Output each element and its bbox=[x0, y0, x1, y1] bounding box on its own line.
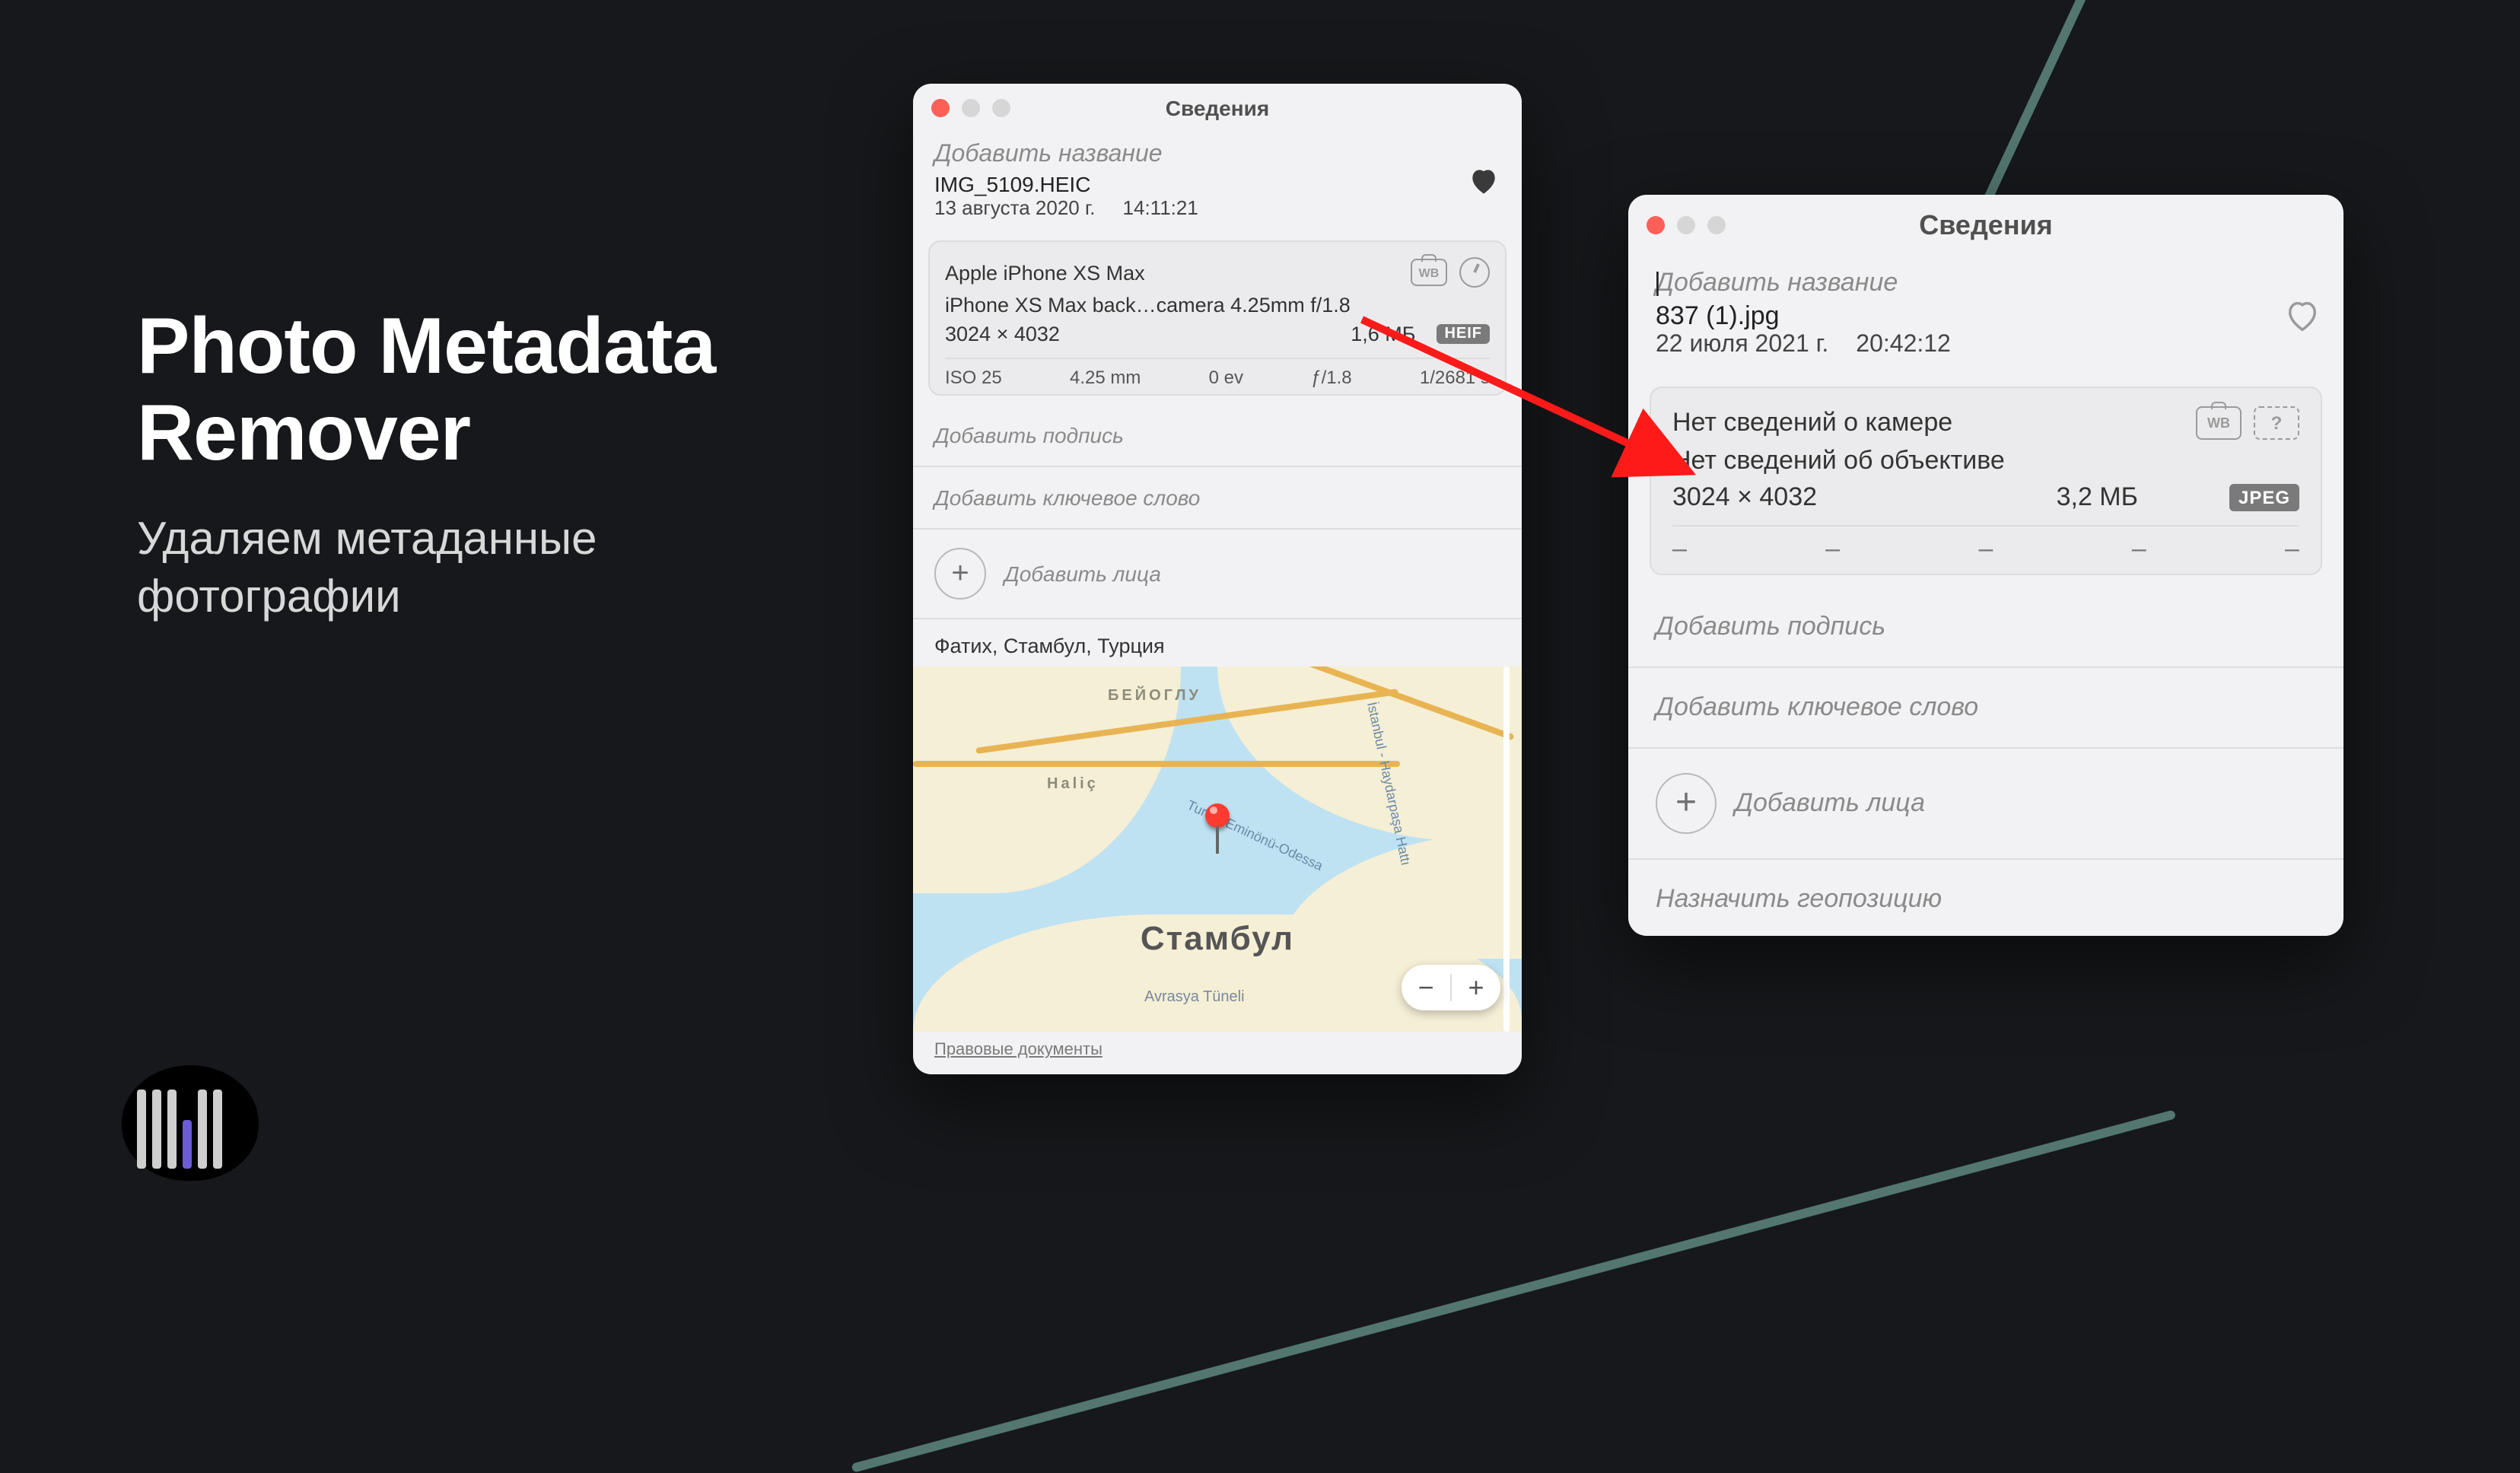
map-pin-icon[interactable] bbox=[1205, 803, 1230, 827]
unknown-lens-icon: ? bbox=[2254, 406, 2299, 440]
camera-info-card: Нет сведений о камере WB ? Нет сведений … bbox=[1650, 387, 2322, 575]
camera-model: Нет сведений о камере bbox=[1672, 408, 1952, 438]
dimensions: 3024 × 4032 bbox=[945, 323, 1060, 345]
zoom-icon[interactable] bbox=[1707, 216, 1726, 234]
format-badge: JPEG bbox=[2229, 484, 2299, 511]
add-keyword-field[interactable]: Добавить ключевое слово bbox=[1628, 671, 2343, 744]
map-district-label: БЕЙОГЛУ bbox=[1108, 689, 1201, 705]
zoom-out-button[interactable]: − bbox=[1402, 965, 1450, 1010]
map-halic-label: Haliç bbox=[1047, 776, 1099, 793]
window-title: Сведения bbox=[1919, 209, 2052, 241]
map-ferry-label: TurYol Eminönü-Odessa bbox=[1185, 797, 1325, 873]
zoom-in-button[interactable]: + bbox=[1452, 965, 1500, 1010]
decorative-line bbox=[851, 1109, 2176, 1472]
lens-info: iPhone XS Max back…camera 4.25mm f/1.8 bbox=[945, 294, 1351, 317]
exif-strip: ISO 25 4.25 mm 0 ev ƒ/1.8 1/2681 s bbox=[945, 358, 1490, 388]
info-panel-after: Сведения | Добавить название 837 (1).jpg… bbox=[1628, 195, 2343, 936]
location-map[interactable]: БЕЙОГЛУ Haliç TurYol Eminönü-Odessa İsta… bbox=[913, 667, 1522, 1032]
add-faces-label: Добавить лица bbox=[1004, 562, 1161, 586]
filename: IMG_5109.HEIC bbox=[934, 172, 1467, 196]
window-titlebar: Сведения bbox=[1628, 195, 2343, 256]
assign-geolocation-field[interactable]: Назначить геопозицию bbox=[1628, 863, 2343, 936]
format-badge: HEIF bbox=[1437, 324, 1490, 344]
favorite-heart-icon[interactable] bbox=[2283, 297, 2316, 330]
capture-date: 22 июля 2021 г.20:42:12 bbox=[1656, 332, 2283, 359]
add-faces-label: Добавить лица bbox=[1735, 788, 1925, 819]
add-face-button[interactable]: + bbox=[1656, 773, 1717, 834]
location-text: Фатих, Стамбул, Турция bbox=[913, 622, 1522, 667]
metering-icon bbox=[1459, 257, 1490, 288]
map-tunnel-label: Avrasya Tüneli bbox=[1144, 989, 1245, 1006]
add-keyword-field[interactable]: Добавить ключевое слово bbox=[913, 470, 1522, 525]
map-city-label: Стамбул bbox=[1141, 919, 1294, 959]
camera-model: Apple iPhone XS Max bbox=[945, 261, 1145, 284]
hero-text: Photo Metadata Remover Удаляем метаданны… bbox=[137, 304, 852, 626]
add-title-field[interactable]: | Добавить название bbox=[1656, 268, 2283, 298]
page-subtitle: Удаляем метаданные фотографии bbox=[137, 512, 852, 626]
lens-info: Нет сведений об объективе bbox=[1672, 446, 2005, 476]
traffic-lights bbox=[931, 99, 1010, 117]
dimensions: 3024 × 4032 bbox=[1672, 482, 1817, 513]
exif-strip: – – – – – bbox=[1672, 525, 2299, 565]
add-face-button[interactable]: + bbox=[934, 548, 986, 600]
minimize-icon[interactable] bbox=[962, 99, 980, 117]
info-panel-before: Сведения Добавить название IMG_5109.HEIC… bbox=[913, 84, 1522, 1074]
legal-link[interactable]: Правовые документы bbox=[934, 1041, 1102, 1059]
add-title-field[interactable]: Добавить название bbox=[934, 142, 1467, 169]
window-title: Сведения bbox=[1166, 96, 1269, 120]
traffic-lights bbox=[1647, 216, 1726, 234]
filesize: 3,2 МБ bbox=[2057, 482, 2138, 513]
map-zoom-control: − + bbox=[1402, 965, 1500, 1010]
close-icon[interactable] bbox=[931, 99, 950, 117]
add-caption-field[interactable]: Добавить подпись bbox=[913, 408, 1522, 463]
close-icon[interactable] bbox=[1647, 216, 1665, 234]
minimize-icon[interactable] bbox=[1677, 216, 1695, 234]
zoom-icon[interactable] bbox=[992, 99, 1010, 117]
capture-date: 13 августа 2020 г.14:11:21 bbox=[934, 196, 1467, 219]
page-title: Photo Metadata Remover bbox=[137, 304, 852, 479]
camera-wb-icon: WB bbox=[2196, 406, 2242, 440]
filesize: 1,6 МБ bbox=[1351, 323, 1415, 345]
add-caption-field[interactable]: Добавить подпись bbox=[1628, 590, 2343, 663]
camera-info-card: Apple iPhone XS Max WB iPhone XS Max bac… bbox=[928, 240, 1507, 396]
filename: 837 (1).jpg bbox=[1656, 301, 2283, 332]
window-titlebar: Сведения bbox=[913, 84, 1522, 132]
camera-wb-icon: WB bbox=[1411, 259, 1447, 286]
favorite-heart-icon[interactable] bbox=[1467, 164, 1500, 197]
brand-logo bbox=[137, 1077, 243, 1169]
